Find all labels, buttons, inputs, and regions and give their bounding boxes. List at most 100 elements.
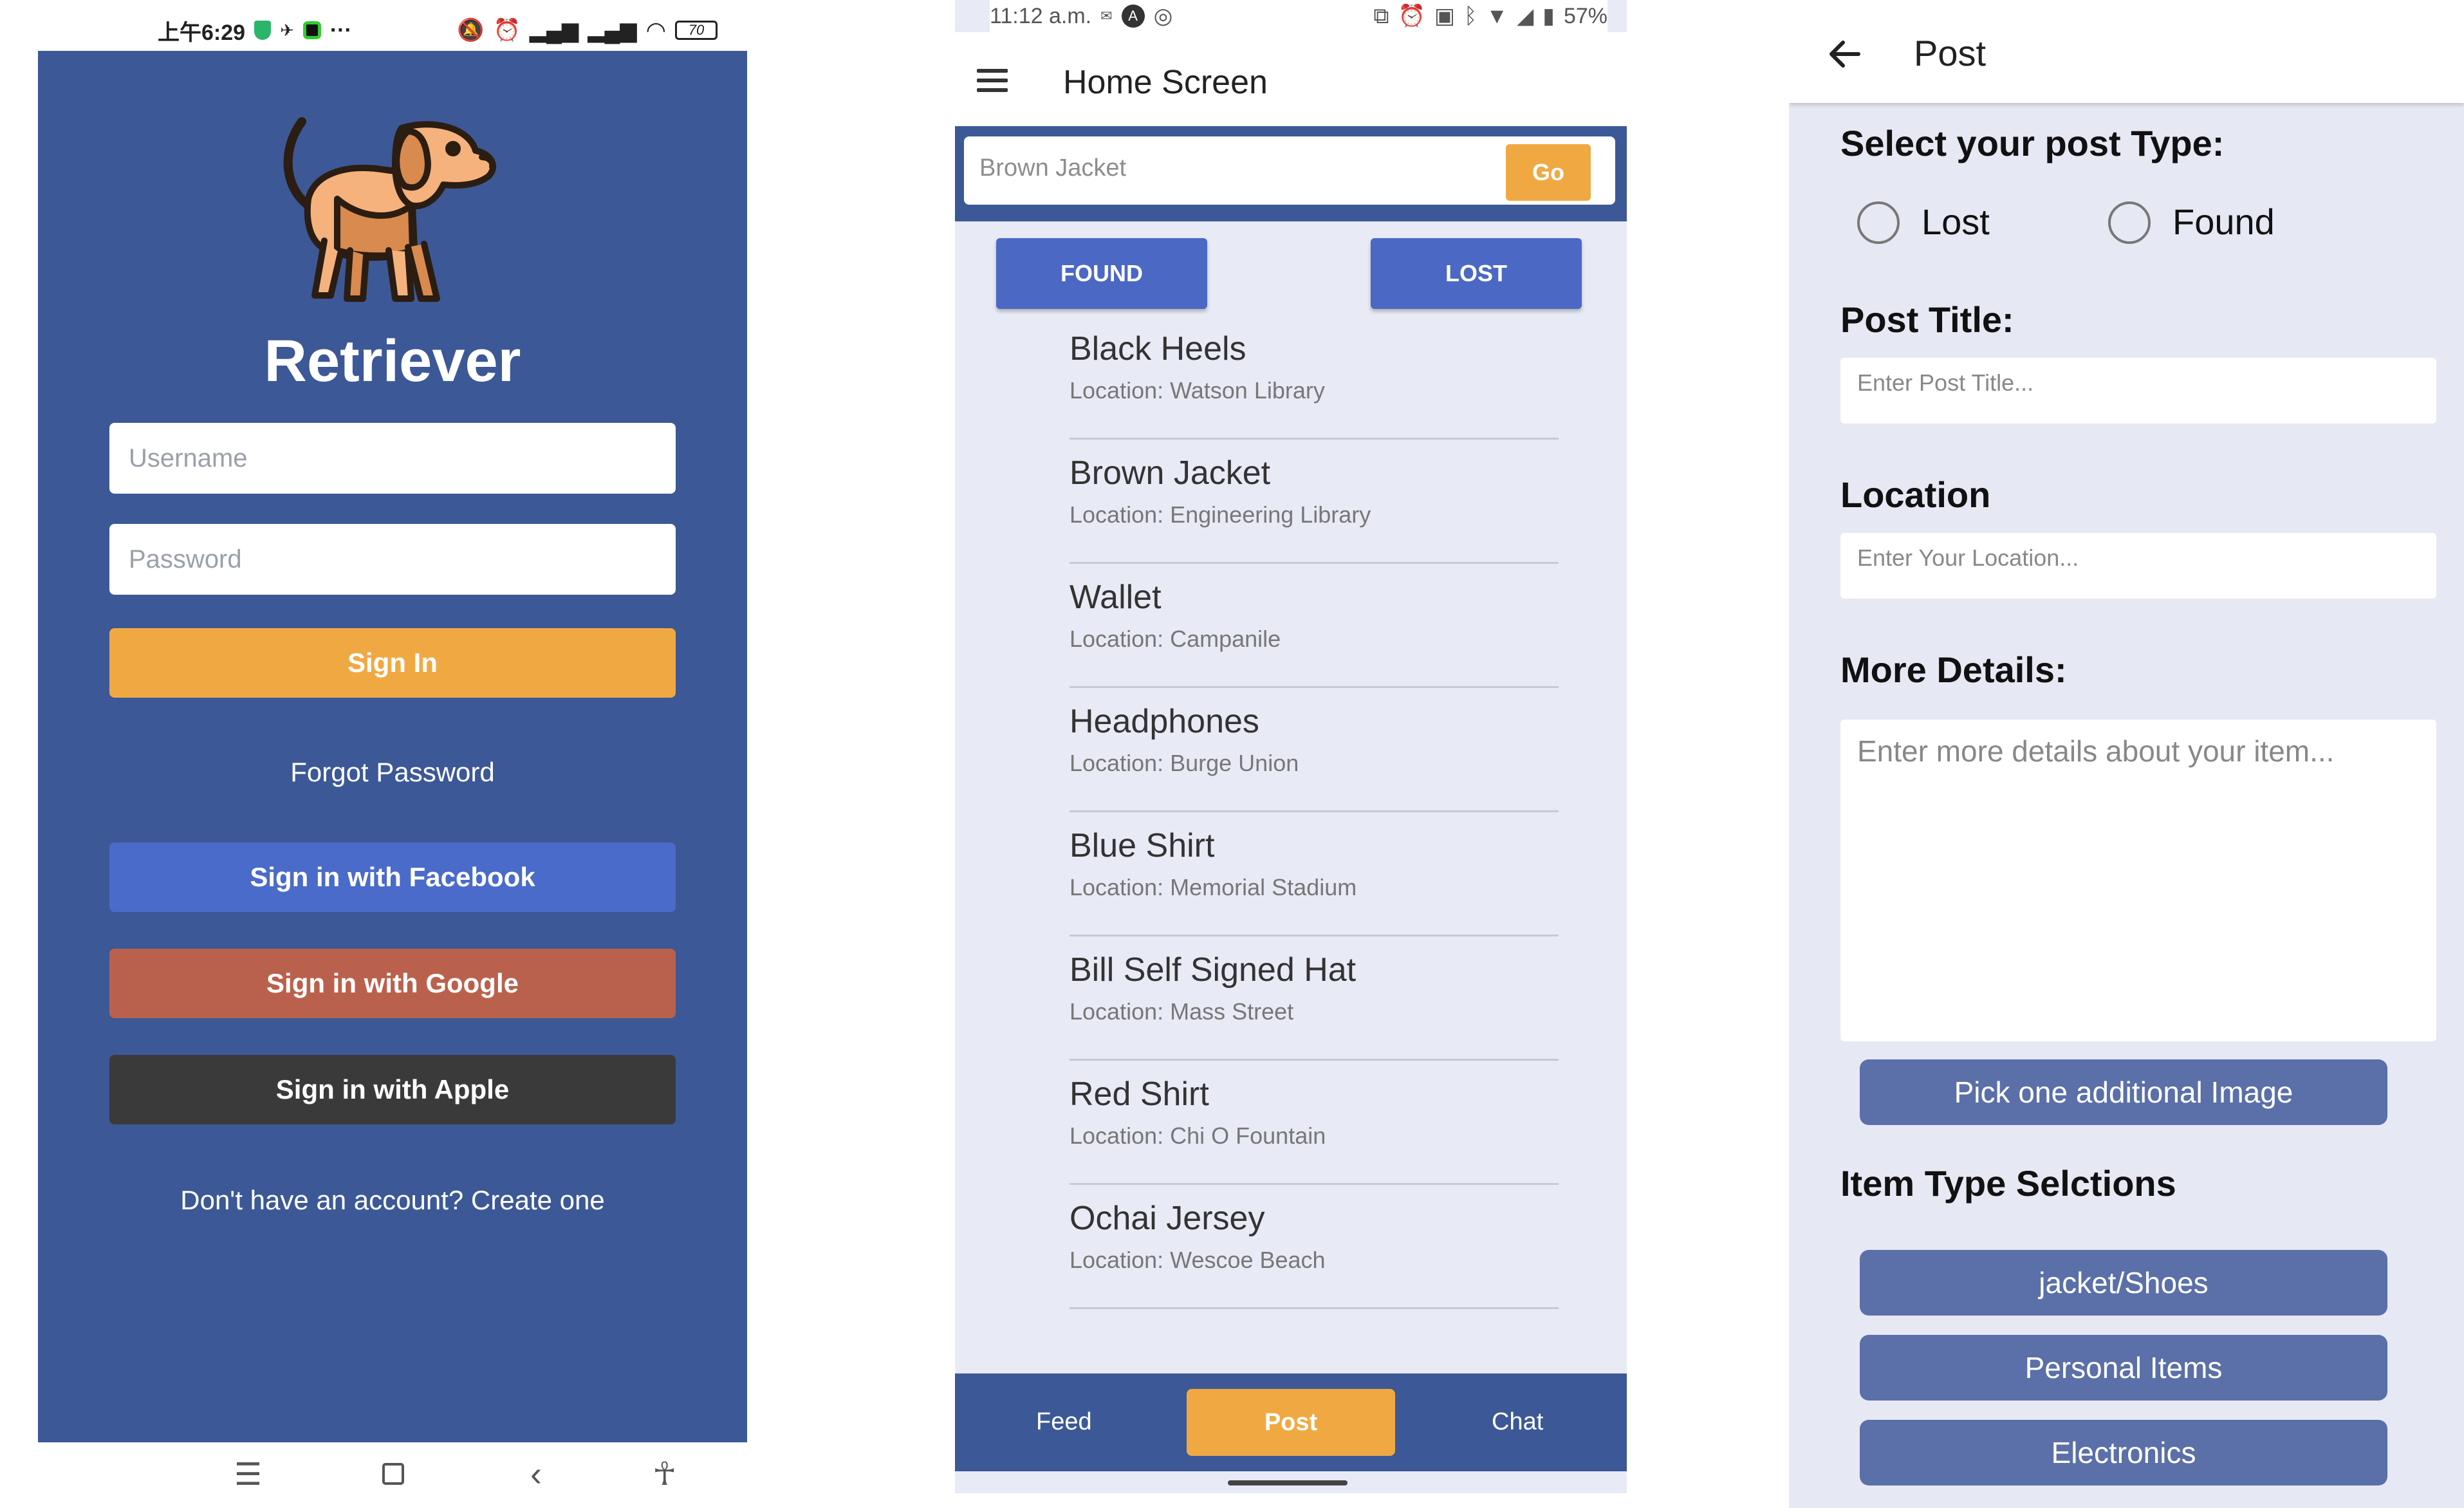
item-location: Location: Memorial Stadium [1070,874,1357,900]
lost-tab-button[interactable]: LOST [1371,238,1582,309]
signal-icon: ◢ [1517,4,1534,28]
item-type-jacket-shoes[interactable]: jacket/Shoes [1860,1250,2387,1316]
item-location: Location: Chi O Fountain [1070,1122,1326,1149]
home-icon[interactable] [382,1463,404,1485]
cast-icon: ⧉ [1373,3,1389,28]
screen-record-icon: ◎ [1153,4,1173,28]
item-title: Headphones [1070,703,1259,740]
signal-icon: ▂▄▆ [529,18,579,42]
battery-level: 70 [688,22,705,38]
bluetooth-icon: ᛒ [1464,3,1477,28]
dog-logo-icon [283,117,497,302]
details-label: More Details: [1840,649,2067,690]
list-item[interactable]: Headphones Location: Burge Union [1070,688,1559,812]
list-item[interactable]: Ochai Jersey Location: Wescoe Beach [1070,1185,1559,1309]
username-field[interactable]: Username [109,423,676,494]
item-title: Bill Self Signed Hat [1070,951,1357,989]
location-placeholder: Enter Your Location... [1857,545,2079,571]
item-title: Red Shirt [1070,1075,1209,1113]
battery-icon: ▮ [1542,4,1555,28]
item-type-personal-items[interactable]: Personal Items [1860,1335,2387,1401]
app-icon [302,21,321,39]
accessibility-icon[interactable]: ☥ [653,1455,676,1493]
back-icon[interactable]: ‹ [530,1454,542,1494]
item-location: Location: Mass Street [1070,998,1294,1025]
go-button[interactable]: Go [1506,144,1591,201]
more-icon: ··· [329,17,352,42]
app-icon: A [1121,5,1145,28]
nfc-icon: ▣ [1434,4,1455,28]
menu-icon[interactable]: ☰ [234,1457,262,1493]
forgot-password-link[interactable]: Forgot Password [38,757,747,788]
item-location: Location: Wescoe Beach [1070,1247,1326,1273]
shield-icon [254,21,272,40]
home-screen: 11:12 a.m. ✉ A ◎ ⧉ ⏰ ▣ ᛒ ▼ ◢ ▮ 57% Home … [955,0,1627,1493]
list-item[interactable]: Wallet Location: Campanile [1070,564,1559,688]
post-screen: Post Select your post Type: Lost Found P… [1789,0,2464,1508]
post-title-label: Post Title: [1840,299,2014,340]
password-placeholder: Password [129,545,242,573]
wifi-icon: ◠ [645,17,666,43]
search-value: Brown Jacket [979,154,1127,182]
item-title: Ochai Jersey [1070,1200,1265,1237]
notification-icon: ✈ [280,20,294,40]
back-arrow-icon[interactable] [1826,36,1862,72]
battery-percent: 57% [1563,3,1607,28]
home-status-bar: 11:12 a.m. ✉ A ◎ ⧉ ⏰ ▣ ᛒ ▼ ◢ ▮ 57% [990,0,1607,32]
home-indicator[interactable] [1228,1480,1348,1485]
notification-icon: ✉ [1100,8,1113,24]
lost-radio[interactable] [1857,201,1900,244]
login-screen: Retriever Username Password Sign In Forg… [38,51,747,1442]
wifi-icon: ▼ [1486,3,1508,28]
item-type-label: Item Type Selctions [1840,1163,2176,1204]
item-title: Brown Jacket [1070,454,1271,492]
post-title-input[interactable]: Enter Post Title... [1840,358,2436,424]
password-field[interactable]: Password [109,524,676,595]
pick-image-button[interactable]: Pick one additional Image [1860,1059,2387,1125]
list-item[interactable]: Bill Self Signed Hat Location: Mass Stre… [1070,936,1559,1061]
item-location: Location: Campanile [1070,626,1281,652]
details-placeholder: Enter more details about your item... [1857,734,2335,768]
location-input[interactable]: Enter Your Location... [1840,533,2436,599]
app-name: Retriever [264,328,521,394]
login-status-bar: 上午6:29 ✈ ··· 🔕 ⏰ ▂▄▆ ▂▄▆ ◠ 70 [158,14,718,46]
list-item[interactable]: Red Shirt Location: Chi O Fountain [1070,1061,1559,1185]
details-textarea[interactable]: Enter more details about your item... [1840,720,2436,1041]
nav-feed[interactable]: Feed [1036,1408,1092,1436]
nav-post[interactable]: Post [1187,1389,1395,1456]
post-title-placeholder: Enter Post Title... [1857,369,2034,396]
item-title: Black Heels [1070,330,1246,368]
item-type-electronics[interactable]: Electronics [1860,1420,2387,1485]
create-account-link[interactable]: Don't have an account? Create one [38,1185,747,1216]
page-title: Home Screen [1063,64,1268,101]
facebook-sign-in-button[interactable]: Sign in with Facebook [109,842,676,912]
item-title: Wallet [1070,579,1162,616]
item-location: Location: Burge Union [1070,750,1299,776]
found-radio-label[interactable]: Found [2172,201,2275,243]
battery-icon: 70 [675,21,718,40]
google-sign-in-button[interactable]: Sign in with Google [109,949,676,1018]
page-title: Post [1914,33,1987,73]
list-item[interactable]: Black Heels Location: Watson Library [1070,315,1559,440]
hamburger-menu-icon[interactable] [977,63,1008,98]
found-radio[interactable] [2108,201,2151,244]
sign-in-button[interactable]: Sign In [109,628,676,698]
mute-icon: 🔕 [457,18,485,42]
lost-radio-label[interactable]: Lost [1922,201,1990,243]
item-location: Location: Watson Library [1070,377,1325,404]
post-app-bar [1789,0,2464,103]
post-type-label: Select your post Type: [1840,123,2225,163]
list-item[interactable]: Blue Shirt Location: Memorial Stadium [1070,812,1559,936]
nav-chat[interactable]: Chat [1492,1408,1543,1436]
location-label: Location [1840,474,1991,515]
home-app-bar [955,32,1627,126]
found-tab-button[interactable]: FOUND [996,238,1207,309]
signal-icon-2: ▂▄▆ [588,18,637,42]
status-time: 11:12 a.m. [990,3,1092,28]
item-title: Blue Shirt [1070,827,1215,864]
alarm-icon: ⏰ [493,18,521,42]
apple-sign-in-button[interactable]: Sign in with Apple [109,1055,676,1124]
username-placeholder: Username [129,443,248,472]
list-item[interactable]: Brown Jacket Location: Engineering Libra… [1070,440,1559,564]
system-nav-bar: ☰ ‹ ☥ [38,1445,747,1508]
